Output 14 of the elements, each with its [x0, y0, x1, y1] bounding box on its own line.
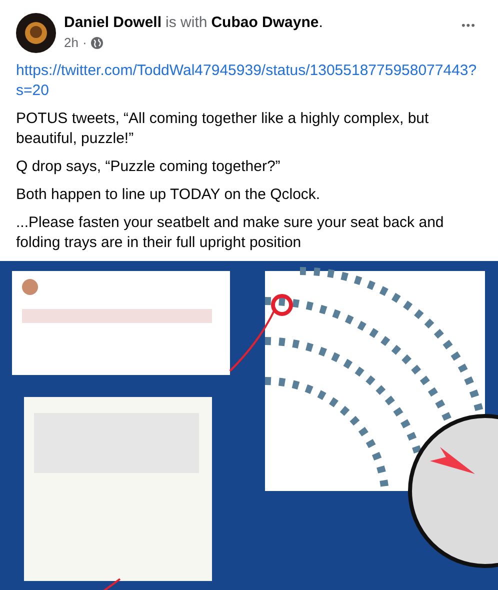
more-options-button[interactable]: ••• — [455, 16, 482, 36]
post-text: POTUS tweets, “All coming together like a highly complex, but beautiful, puzzle!” — [16, 109, 430, 149]
tagged-link[interactable]: Cubao Dwayne — [211, 14, 319, 31]
period-text: . — [318, 14, 323, 31]
separator-text: · — [82, 35, 87, 50]
post-text: Q drop says, “Puzzle coming together?” — [16, 157, 282, 177]
tweet-link[interactable]: https://twitter.com/ToddWal47945939/status/1305518775958077443?s=20 — [16, 61, 482, 101]
post-time[interactable]: 2h — [64, 35, 78, 50]
author-link[interactable]: Daniel Dowell — [64, 14, 162, 31]
with-text: is with — [166, 14, 208, 31]
post-text: Both happen to line up TODAY on the Qclock. — [16, 185, 322, 205]
post-text: ...Please fasten your seatbelt and make sure your seat back and folding trays are in their full upright position — [16, 213, 445, 253]
globe-icon — [90, 36, 103, 48]
avatar[interactable] — [16, 13, 56, 53]
